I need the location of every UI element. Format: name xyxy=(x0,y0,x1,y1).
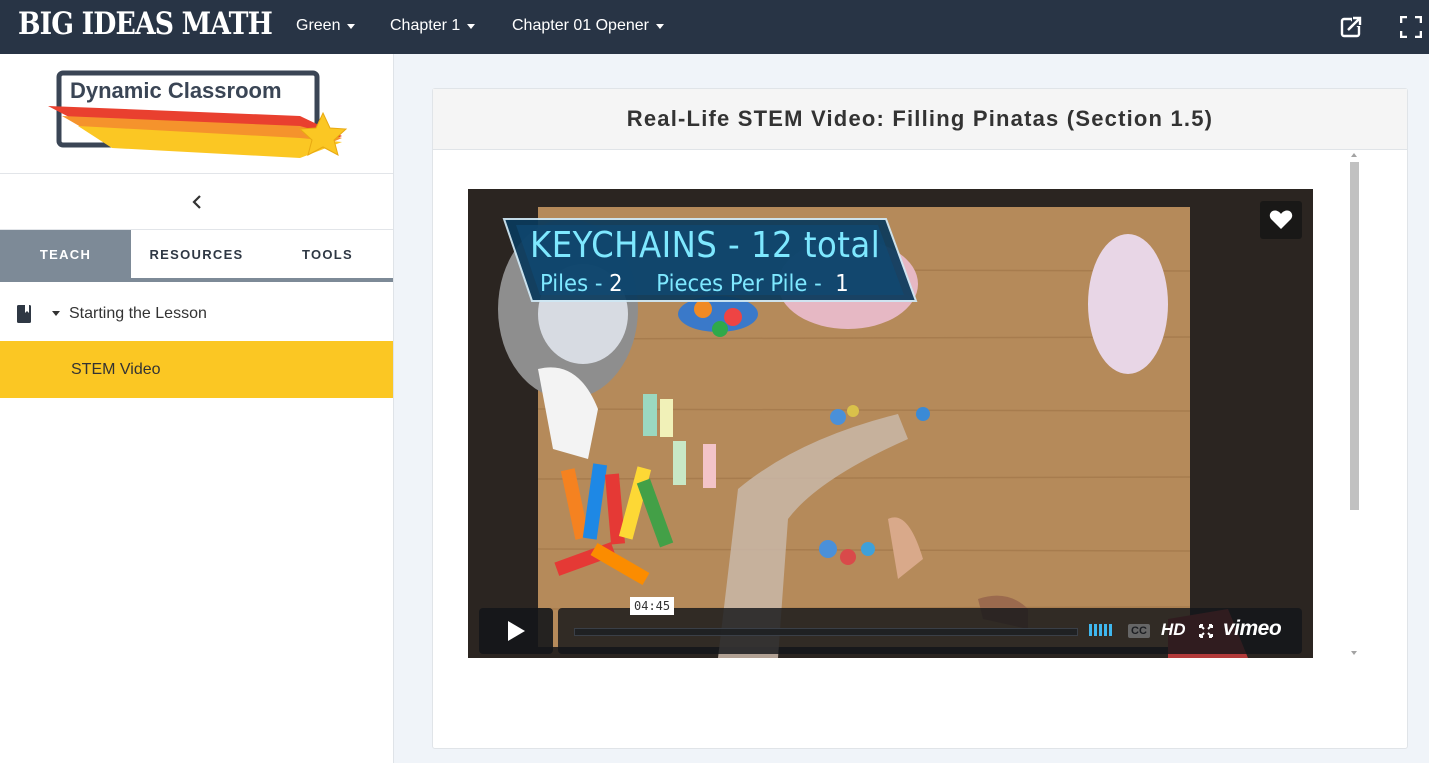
chevron-left-icon xyxy=(191,194,201,209)
scroll-down-icon[interactable] xyxy=(1351,651,1357,655)
per-pile-label: Pieces Per Pile - xyxy=(656,271,822,297)
course-label: Green xyxy=(296,17,341,34)
caret-down-icon xyxy=(52,311,60,316)
banner-dash: - xyxy=(728,225,741,266)
tree-item-stem-video[interactable]: STEM Video xyxy=(0,341,393,398)
brand-logo[interactable]: BIG IDEAS MATH xyxy=(18,6,273,42)
tree-item-label: STEM Video xyxy=(71,360,161,378)
banner-subline: Piles - 2 Pieces Per Pile - 1 xyxy=(540,271,849,297)
chapter-dropdown[interactable]: Chapter 1 xyxy=(390,17,476,35)
logo-area: Dynamic Classroom xyxy=(0,54,393,174)
dynamic-classroom-logo: Dynamic Classroom xyxy=(48,70,348,158)
scroll-up-icon[interactable] xyxy=(1351,153,1357,157)
content-card: Real-Life STEM Video: Filling Pinatas (S… xyxy=(432,88,1408,749)
piles-label: Piles - xyxy=(540,271,603,297)
tab-tools[interactable]: TOOLS xyxy=(262,230,393,278)
content-scrollbar[interactable] xyxy=(1347,150,1361,658)
tab-resources[interactable]: RESOURCES xyxy=(131,230,262,278)
chapter-label: Chapter 1 xyxy=(390,17,461,34)
like-button[interactable] xyxy=(1260,201,1302,239)
caret-down-icon xyxy=(467,23,476,29)
volume-control[interactable] xyxy=(1089,624,1112,636)
piles-value: 2 xyxy=(609,271,623,297)
play-button[interactable] xyxy=(479,608,553,654)
external-link-icon[interactable] xyxy=(1340,16,1362,38)
sidebar: Dynamic Classroom TEACH RESOURCES TOOLS … xyxy=(0,54,394,763)
captions-button[interactable]: CC xyxy=(1128,624,1150,638)
section-dropdown[interactable]: Chapter 01 Opener xyxy=(512,17,664,35)
duration-badge: 04:45 xyxy=(630,597,675,615)
caret-down-icon xyxy=(347,23,356,29)
banner-heading: KEYCHAINS - 12 total xyxy=(530,225,880,266)
book-icon xyxy=(17,304,31,323)
video-controls: 04:45 CC HD vimeo xyxy=(479,597,1302,654)
section-label: Chapter 01 Opener xyxy=(512,17,649,34)
scrollbar-thumb[interactable] xyxy=(1350,162,1359,510)
banner-heading-text: KEYCHAINS xyxy=(530,225,718,266)
top-navigation-bar: BIG IDEAS MATH Green Chapter 1 Chapter 0… xyxy=(0,0,1429,54)
video-player[interactable]: KEYCHAINS - 12 total Piles - 2 Pieces Pe… xyxy=(468,189,1313,658)
tree-group-label: Starting the Lesson xyxy=(69,304,207,322)
card-header: Real-Life STEM Video: Filling Pinatas (S… xyxy=(433,89,1407,150)
collapse-sidebar-button[interactable] xyxy=(0,174,393,230)
banner-total: 12 total xyxy=(750,225,881,266)
control-bar: 04:45 CC HD vimeo xyxy=(558,597,1302,654)
tab-teach[interactable]: TEACH xyxy=(0,230,131,278)
per-pile-value: 1 xyxy=(835,271,849,297)
heart-icon xyxy=(1269,210,1293,229)
fullscreen-icon[interactable] xyxy=(1400,16,1422,38)
hd-button[interactable]: HD xyxy=(1161,620,1186,640)
video-fullscreen-icon[interactable] xyxy=(1199,624,1213,638)
course-dropdown[interactable]: Green xyxy=(296,17,356,35)
sidebar-tabs: TEACH RESOURCES TOOLS xyxy=(0,230,393,282)
logo-text: Dynamic Classroom xyxy=(70,78,282,103)
play-icon xyxy=(508,621,525,641)
caret-down-icon xyxy=(655,23,664,29)
tree-group-starting-the-lesson[interactable]: Starting the Lesson xyxy=(0,286,393,341)
vimeo-logo[interactable]: vimeo xyxy=(1223,617,1282,641)
progress-bar[interactable] xyxy=(574,628,1078,636)
page-title: Real-Life STEM Video: Filling Pinatas (S… xyxy=(626,106,1214,131)
